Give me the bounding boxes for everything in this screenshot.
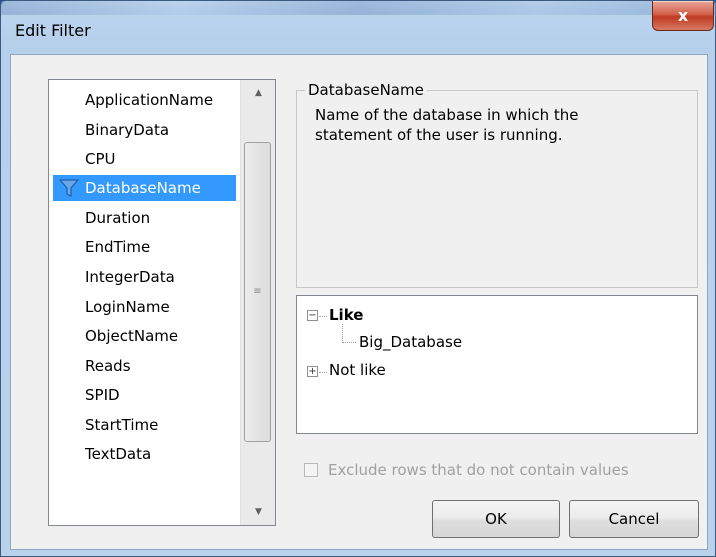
list-item-label: DatabaseName <box>85 179 201 197</box>
list-item-spid[interactable]: SPID <box>85 382 120 408</box>
close-icon: x <box>677 6 689 25</box>
list-item-objectname[interactable]: ObjectName <box>85 323 178 349</box>
list-item-endtime[interactable]: EndTime <box>85 234 150 260</box>
list-item-cpu[interactable]: CPU <box>85 146 116 172</box>
grip-icon: ≡ <box>253 286 262 297</box>
exclude-rows-checkbox[interactable] <box>304 463 318 477</box>
list-item-loginname[interactable]: LoginName <box>85 294 170 320</box>
exclude-rows-label: Exclude rows that do not contain values <box>328 461 629 479</box>
close-button[interactable]: x <box>652 1 714 31</box>
list-item-databasename[interactable]: DatabaseName <box>53 175 236 201</box>
list-item-integerdata[interactable]: IntegerData <box>85 264 175 290</box>
scroll-up-arrow-icon[interactable]: ▲ <box>241 82 276 104</box>
dialog-window: Edit Filter x ApplicationName BinaryData… <box>0 0 716 557</box>
tree-connector <box>342 324 343 343</box>
exclude-rows-option: Exclude rows that do not contain values <box>304 460 629 480</box>
filter-icon <box>59 179 79 197</box>
scroll-thumb[interactable]: ≡ <box>244 142 271 442</box>
list-item-reads[interactable]: Reads <box>85 353 131 379</box>
list-item-starttime[interactable]: StartTime <box>85 412 158 438</box>
tree-connector <box>342 342 356 343</box>
tree-connector <box>319 316 327 317</box>
dialog-title: Edit Filter <box>15 21 91 40</box>
column-list[interactable]: ApplicationName BinaryData CPU DatabaseN… <box>48 79 276 526</box>
description-heading: DatabaseName <box>305 81 427 99</box>
collapse-icon[interactable]: − <box>307 310 318 321</box>
list-item-applicationname[interactable]: ApplicationName <box>85 87 213 113</box>
filter-tree[interactable]: − Like Big_Database + Not like <box>296 295 698 434</box>
description-groupbox: DatabaseName Name of the database in whi… <box>296 81 698 288</box>
list-scrollbar[interactable]: ▲ ≡ ▼ <box>240 80 275 525</box>
expand-icon[interactable]: + <box>307 366 318 377</box>
tree-node-not-like[interactable]: Not like <box>329 361 386 379</box>
tree-node-like-value[interactable]: Big_Database <box>359 333 462 351</box>
tree-node-like[interactable]: Like <box>329 306 363 324</box>
ok-button[interactable]: OK <box>432 500 560 538</box>
description-text: Name of the database in which the statem… <box>315 106 579 144</box>
scroll-down-arrow-icon[interactable]: ▼ <box>241 501 276 523</box>
dialog-client-area: ApplicationName BinaryData CPU DatabaseN… <box>10 54 708 550</box>
list-item-binarydata[interactable]: BinaryData <box>85 117 169 143</box>
list-item-duration[interactable]: Duration <box>85 205 150 231</box>
cancel-button[interactable]: Cancel <box>569 500 699 538</box>
tree-connector <box>319 372 327 373</box>
list-item-textdata[interactable]: TextData <box>85 441 151 467</box>
